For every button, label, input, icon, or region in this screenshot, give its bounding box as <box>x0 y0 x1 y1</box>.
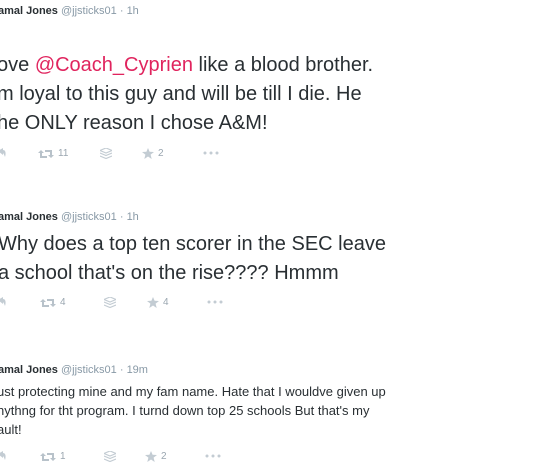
reply-button[interactable] <box>0 148 6 158</box>
tweet-line: ove @Coach_Cyprien like a blood brother. <box>0 51 373 80</box>
tweet-header: amal Jones @jjsticks01 · 19m <box>0 364 148 376</box>
favorite-button[interactable]: 4 <box>147 297 169 308</box>
tweet-line: ault! <box>0 422 22 437</box>
reply-icon <box>0 148 6 157</box>
reply-icon <box>0 297 6 306</box>
tweet-line: m loyal to this guy and will be till I d… <box>0 83 362 105</box>
tweet-line: he ONLY reason I chose A&M! <box>0 112 268 134</box>
author-handle[interactable]: @jjsticks01 <box>61 211 117 223</box>
buffer-button[interactable] <box>104 297 116 308</box>
more-dots-icon <box>207 300 223 304</box>
buffer-stack-icon <box>100 148 112 159</box>
author-handle[interactable]: @jjsticks01 <box>61 364 117 376</box>
tweet-line: nythng for tht program. I turnd down top… <box>0 403 370 418</box>
retweet-button[interactable]: 1 <box>40 451 66 462</box>
retweet-button[interactable]: 4 <box>40 297 66 308</box>
tweet-line: Why does a top ten scorer in the SEC lea… <box>0 233 386 255</box>
more-dots-icon <box>205 454 221 458</box>
buffer-stack-icon <box>104 451 116 462</box>
more-button[interactable] <box>207 300 223 304</box>
buffer-button[interactable] <box>104 451 116 462</box>
reply-button[interactable] <box>0 451 6 461</box>
author-name[interactable]: amal Jones <box>0 5 58 17</box>
tweet-timestamp[interactable]: · 1h <box>120 211 139 223</box>
retweet-count: 1 <box>60 451 66 462</box>
favorite-button[interactable]: 2 <box>142 148 164 159</box>
mention-link[interactable]: @Coach_Cyprien <box>35 54 193 76</box>
author-name[interactable]: amal Jones <box>0 364 58 376</box>
buffer-button[interactable] <box>100 148 112 159</box>
author-name[interactable]: amal Jones <box>0 211 58 223</box>
favorite-count: 2 <box>158 148 164 159</box>
star-icon <box>145 451 157 462</box>
retweet-button[interactable]: 11 <box>38 148 68 159</box>
favorite-count: 2 <box>161 451 167 462</box>
tweet-text: Why does a top ten scorer in the SEC lea… <box>0 230 386 288</box>
star-icon <box>142 148 154 159</box>
more-button[interactable] <box>205 454 221 458</box>
reply-button[interactable] <box>0 297 6 307</box>
favorite-button[interactable]: 2 <box>145 451 167 462</box>
retweet-icon <box>40 298 56 307</box>
more-button[interactable] <box>203 151 219 155</box>
retweet-count: 11 <box>58 148 69 159</box>
buffer-stack-icon <box>104 297 116 308</box>
tweet-line: a school that's on the rise???? Hmmm <box>0 262 339 284</box>
tweet-timestamp[interactable]: · 1h <box>120 5 139 17</box>
tweet-header: amal Jones @jjsticks01 · 1h <box>0 211 139 223</box>
favorite-count: 4 <box>163 297 169 308</box>
retweet-icon <box>38 149 54 158</box>
tweet-line: ust protecting mine and my fam name. Hat… <box>0 384 386 399</box>
text-segment: like a blood brother. <box>192 54 374 76</box>
text-segment: ove <box>0 54 35 76</box>
author-handle[interactable]: @jjsticks01 <box>61 5 117 17</box>
more-dots-icon <box>203 151 219 155</box>
tweet-text: ust protecting mine and my fam name. Hat… <box>0 382 386 439</box>
star-icon <box>147 297 159 308</box>
reply-icon <box>0 451 6 460</box>
tweet-text: ove @Coach_Cyprien like a blood brother.… <box>0 51 373 138</box>
tweet-timestamp[interactable]: · 19m <box>120 364 148 376</box>
retweet-icon <box>40 452 56 461</box>
tweet-header: amal Jones @jjsticks01 · 1h <box>0 5 139 17</box>
retweet-count: 4 <box>60 297 66 308</box>
